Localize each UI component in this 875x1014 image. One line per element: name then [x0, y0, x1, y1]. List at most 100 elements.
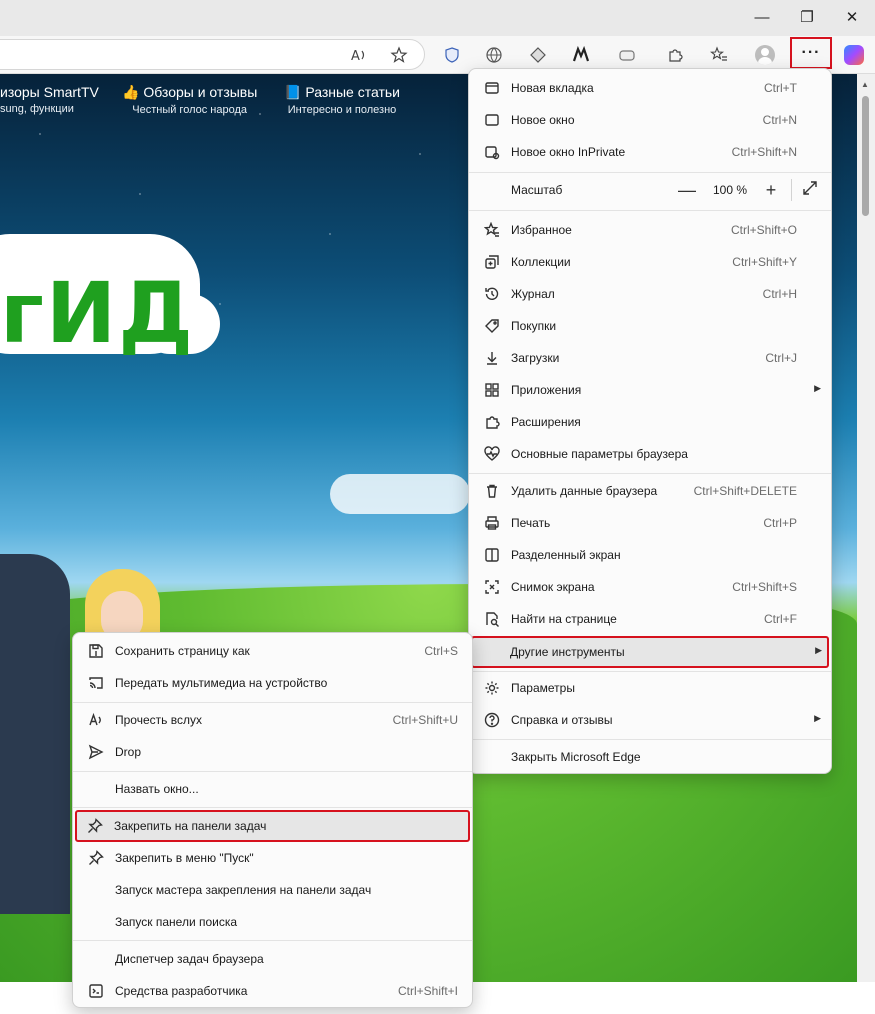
thumbs-up-icon: 👍: [122, 84, 140, 100]
menu-item-print[interactable]: Печать Ctrl+P: [473, 508, 827, 538]
profile-avatar[interactable]: [750, 40, 780, 70]
minimize-button[interactable]: —: [740, 0, 784, 34]
menu-item-split-screen[interactable]: Разделенный экран: [473, 540, 827, 570]
find-icon: [483, 610, 501, 628]
cloud: [330, 474, 470, 514]
submenu-item-read-aloud[interactable]: Прочесть вслух Ctrl+Shift+U: [77, 705, 468, 735]
menu-separator: [73, 771, 472, 772]
submenu-item-task-manager[interactable]: Диспетчер задач браузера: [77, 944, 468, 974]
menu-separator: [73, 940, 472, 941]
menu-separator: [469, 671, 831, 672]
submenu-item-pin-wizard[interactable]: Запуск мастера закрепления на панели зад…: [77, 875, 468, 905]
book-icon: 📘: [284, 84, 302, 100]
menu-item-inprivate[interactable]: Новое окно InPrivate Ctrl+Shift+N: [473, 137, 827, 167]
avatar: [755, 45, 775, 65]
nav-subtitle: Честный голос народа: [132, 104, 248, 116]
extension-m-icon[interactable]: [566, 40, 596, 70]
submenu-item-cast-media[interactable]: Передать мультимедиа на устройство: [77, 668, 468, 698]
cast-icon: [87, 674, 105, 692]
menu-item-help-feedback[interactable]: Справка и отзывы ▶: [473, 705, 827, 735]
tag-icon: [483, 317, 501, 335]
menu-item-apps[interactable]: Приложения ▶: [473, 375, 827, 405]
download-icon: [483, 349, 501, 367]
submenu-item-search-bar[interactable]: Запуск панели поиска: [77, 907, 468, 937]
shield-icon[interactable]: [437, 40, 467, 70]
submenu-item-pin-taskbar[interactable]: Закрепить на панели задач: [75, 810, 470, 842]
menu-item-close-edge[interactable]: Закрыть Microsoft Edge: [473, 742, 827, 772]
menu-item-downloads[interactable]: Загрузки Ctrl+J: [473, 343, 827, 373]
menu-separator: [469, 473, 831, 474]
menu-item-collections[interactable]: Коллекции Ctrl+Shift+Y: [473, 247, 827, 277]
menu-separator: [73, 807, 472, 808]
copilot-icon[interactable]: [839, 40, 869, 70]
save-icon: [87, 642, 105, 660]
settings-and-more-button[interactable]: ···: [790, 37, 832, 69]
menu-item-browser-essentials[interactable]: Основные параметры браузера: [473, 439, 827, 469]
close-window-button[interactable]: ✕: [830, 0, 874, 34]
fullscreen-icon[interactable]: [801, 179, 823, 201]
title-bar: — ❐ ✕: [0, 0, 875, 36]
menu-item-screenshot[interactable]: Снимок экрана Ctrl+Shift+S: [473, 572, 827, 602]
inprivate-icon: [483, 143, 501, 161]
nav-subtitle: sung, функции: [0, 103, 74, 115]
nav-item-articles[interactable]: 📘 Разные статьи Интересно и полезно: [284, 84, 400, 116]
globe-icon[interactable]: [479, 40, 509, 70]
submenu-item-pin-start[interactable]: Закрепить в меню "Пуск": [77, 843, 468, 873]
read-aloud-icon: [87, 711, 105, 729]
gear-icon: [483, 679, 501, 697]
maximize-button[interactable]: ❐: [785, 0, 829, 34]
menu-item-shopping[interactable]: Покупки: [473, 311, 827, 341]
cartoon-character: [0, 554, 70, 914]
menu-separator: [469, 172, 831, 173]
submenu-arrow-icon: ▶: [814, 713, 821, 723]
site-logo-text: гИД: [0, 264, 195, 362]
pin-icon: [86, 817, 104, 835]
menu-item-more-tools[interactable]: Другие инструменты ▶: [471, 636, 829, 668]
menu-item-clear-browsing-data[interactable]: Удалить данные браузера Ctrl+Shift+DELET…: [473, 476, 827, 506]
zoom-out-button[interactable]: —: [675, 177, 699, 203]
new-window-icon: [483, 111, 501, 129]
submenu-item-drop[interactable]: Drop: [77, 737, 468, 767]
extensions-puzzle-icon[interactable]: [660, 40, 690, 70]
submenu-item-dev-tools[interactable]: Средства разработчика Ctrl+Shift+I: [77, 976, 468, 1006]
menu-item-settings[interactable]: Параметры: [473, 673, 827, 703]
trash-icon: [483, 482, 501, 500]
more-tools-submenu: Сохранить страницу как Ctrl+S Передать м…: [72, 632, 473, 1008]
scroll-thumb[interactable]: [862, 96, 869, 216]
favorites-icon[interactable]: [704, 40, 734, 70]
settings-and-more-menu: Новая вкладка Ctrl+T Новое окно Ctrl+N Н…: [468, 68, 832, 774]
apps-icon: [483, 381, 501, 399]
submenu-arrow-icon: ▶: [814, 383, 821, 393]
menu-item-favorites[interactable]: Избранное Ctrl+Shift+O: [473, 215, 827, 245]
new-tab-icon: [483, 79, 501, 97]
menu-item-find-on-page[interactable]: Найти на странице Ctrl+F: [473, 604, 827, 634]
submenu-item-name-window[interactable]: Назвать окно...: [77, 774, 468, 804]
menu-item-new-tab[interactable]: Новая вкладка Ctrl+T: [473, 73, 827, 103]
scroll-up-arrow-icon[interactable]: ▲: [861, 80, 869, 89]
nav-title: изоры SmartTV: [0, 84, 99, 100]
svg-text:A: A: [351, 49, 360, 64]
extensions-icon: [483, 413, 501, 431]
zoom-in-button[interactable]: +: [759, 177, 783, 203]
menu-item-extensions[interactable]: Расширения: [473, 407, 827, 437]
menu-item-new-window[interactable]: Новое окно Ctrl+N: [473, 105, 827, 135]
read-aloud-icon[interactable]: A: [344, 40, 374, 70]
history-icon: [483, 285, 501, 303]
zoom-divider: [791, 179, 792, 201]
submenu-arrow-icon: ▶: [815, 645, 822, 655]
menu-separator: [469, 739, 831, 740]
menu-item-history[interactable]: Журнал Ctrl+H: [473, 279, 827, 309]
split-screen-icon: [483, 546, 501, 564]
star-icon[interactable]: [384, 40, 414, 70]
heart-pulse-icon: [483, 445, 501, 463]
page-scrollbar[interactable]: ▲: [857, 74, 875, 982]
submenu-item-save-page[interactable]: Сохранить страницу как Ctrl+S: [77, 636, 468, 666]
nav-item-smarttv[interactable]: изоры SmartTV sung, функции: [0, 84, 99, 115]
nav-item-reviews[interactable]: 👍 Обзоры и отзывы Честный голос народа: [122, 84, 257, 116]
developer-tools-icon: [87, 982, 105, 1000]
cloud-extension-icon[interactable]: [612, 40, 642, 70]
send-icon: [87, 743, 105, 761]
nav-title: 👍 Обзоры и отзывы: [122, 84, 258, 100]
menu-separator: [469, 210, 831, 211]
diamond-icon[interactable]: [523, 40, 553, 70]
